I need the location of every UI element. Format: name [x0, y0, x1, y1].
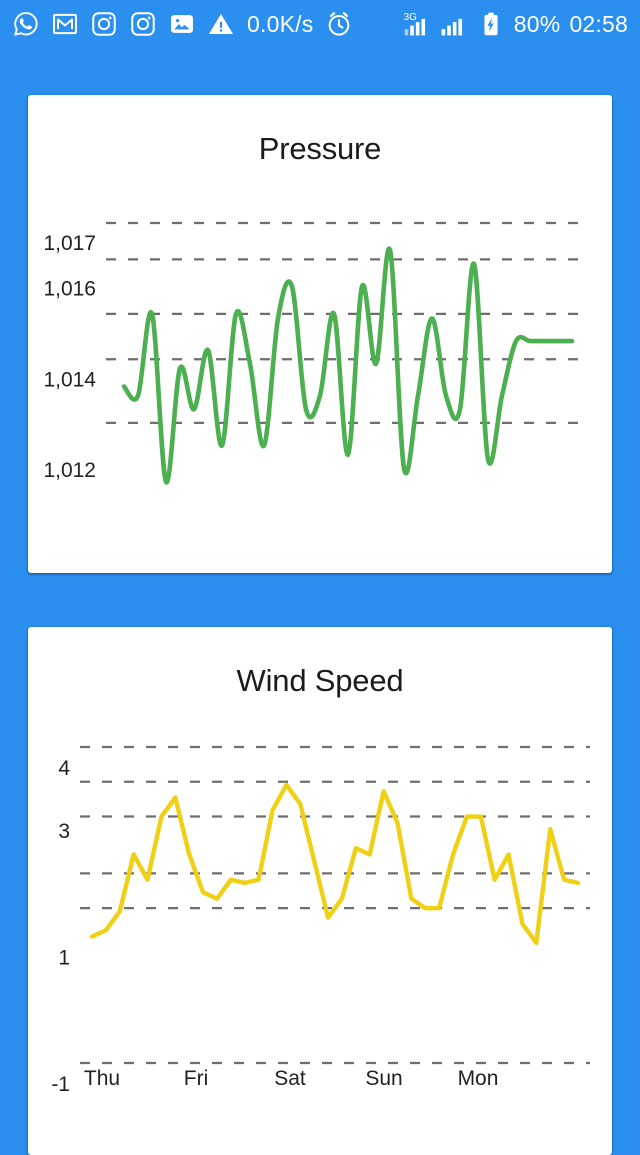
pressure-plot-area[interactable]: 1,0171,0161,0141,0121,010ThuFriSatSunMon: [28, 167, 612, 537]
x-axis-tick-label: Fri: [184, 1067, 209, 1090]
pressure-chart-card[interactable]: Pressure 1,0171,0161,0141,0121,010ThuFri…: [28, 95, 612, 573]
warning-icon: [207, 10, 235, 38]
x-axis-tick-label: Sun: [365, 1067, 402, 1090]
y-axis-tick-label: 1,017: [43, 232, 96, 255]
y-axis-tick-label: 4: [58, 757, 70, 780]
svg-text:3G: 3G: [403, 12, 416, 23]
instagram-icon: [90, 10, 118, 38]
status-bar-notifications: 0.0K/s: [12, 10, 403, 38]
wind-speed-chart-title: Wind Speed: [28, 627, 612, 699]
instagram-icon: [129, 10, 157, 38]
x-axis-tick-label: Sat: [274, 1067, 306, 1090]
signal-bars-icon: 3G: [403, 10, 431, 38]
y-axis-tick-label: 1,016: [43, 277, 96, 300]
alarm-clock-icon: [325, 10, 353, 38]
status-bar: 0.0K/s 3G 80% 02:58: [0, 0, 640, 48]
pressure-chart-title: Pressure: [28, 95, 612, 167]
clock-label: 02:58: [569, 11, 628, 38]
data-series-line: [92, 785, 578, 943]
y-axis-tick-label: 1,014: [43, 368, 96, 391]
network-speed-label: 0.0K/s: [247, 11, 313, 38]
x-axis-tick-label: Mon: [458, 1067, 499, 1090]
y-axis-tick-label: -1: [51, 1073, 70, 1096]
battery-charging-icon: [477, 10, 505, 38]
data-series-line: [124, 249, 572, 483]
x-axis-tick-label: Thu: [84, 1067, 120, 1090]
battery-level-label: 80%: [514, 11, 561, 38]
wind-speed-chart-card[interactable]: Wind Speed 4 3 1 -1 Thu Fri Sat Sun Mon: [28, 627, 612, 1155]
y-axis-tick-label: 1: [58, 947, 70, 970]
wind-speed-plot-area[interactable]: 4 3 1 -1 Thu Fri Sat Sun Mon: [28, 699, 612, 1119]
app-content: Pressure 1,0171,0161,0141,0121,010ThuFri…: [0, 48, 640, 1138]
whatsapp-icon: [12, 10, 40, 38]
signal-bars-icon: [440, 10, 468, 38]
wind-speed-line-chart: 4 3 1 -1 Thu Fri Sat Sun Mon: [28, 699, 612, 1119]
y-axis-tick-label: 1,012: [43, 459, 96, 482]
pressure-line-chart: 1,0171,0161,0141,0121,010ThuFriSatSunMon: [28, 167, 612, 537]
status-bar-system: 3G 80% 02:58: [403, 10, 628, 38]
gallery-icon: [168, 10, 196, 38]
y-axis-tick-label: 3: [58, 820, 70, 843]
gmail-icon: [51, 10, 79, 38]
